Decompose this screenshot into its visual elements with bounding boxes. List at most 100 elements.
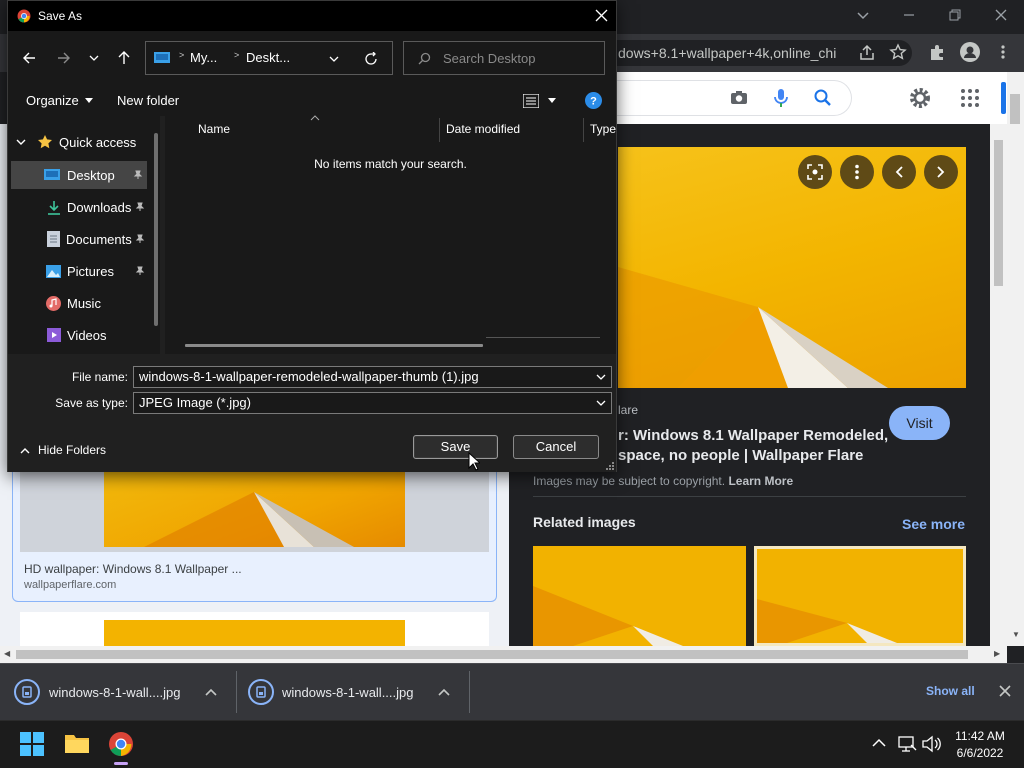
resize-grip-icon[interactable] — [605, 461, 615, 471]
column-divider[interactable] — [583, 118, 584, 142]
back-arrow-icon[interactable] — [22, 51, 36, 65]
show-all-button[interactable]: Show all — [926, 684, 975, 698]
nav-item-downloads[interactable]: Downloads — [11, 193, 145, 221]
file-name-dropdown-icon[interactable] — [596, 374, 606, 381]
clock-time[interactable]: 11:42 AM — [950, 729, 1010, 743]
nav-item-desktop[interactable]: Desktop — [11, 161, 147, 189]
column-type[interactable]: Type — [590, 122, 616, 136]
column-name[interactable]: Name — [198, 122, 230, 136]
profile-icon[interactable] — [960, 42, 980, 62]
window-close-icon[interactable] — [994, 8, 1008, 22]
share-icon[interactable] — [858, 44, 876, 62]
restore-icon[interactable] — [948, 8, 962, 22]
column-divider[interactable] — [439, 118, 440, 142]
save-type-dropdown-icon[interactable] — [596, 400, 606, 407]
see-more-link[interactable]: See more — [902, 516, 965, 532]
bookmark-star-icon[interactable] — [889, 43, 907, 61]
previous-image-button[interactable] — [882, 155, 916, 189]
hide-folders-button[interactable]: Hide Folders — [20, 443, 106, 457]
scroll-right-arrow-icon[interactable]: ▶ — [994, 649, 1000, 658]
separator — [236, 671, 237, 713]
organize-button[interactable]: Organize — [26, 93, 93, 108]
scrollbar-thumb[interactable] — [16, 650, 968, 659]
nav-item-music[interactable]: Music — [11, 289, 145, 317]
microphone-icon[interactable] — [772, 87, 790, 109]
scrollbar-thumb[interactable] — [1010, 94, 1020, 124]
panel-scrollbar[interactable] — [990, 124, 1007, 646]
nav-item-label: Music — [67, 295, 101, 311]
recent-locations-chevron-icon[interactable] — [89, 54, 99, 62]
lens-button[interactable] — [798, 155, 832, 189]
horizontal-scrollbar-thumb[interactable] — [185, 344, 483, 347]
file-name-input[interactable]: windows-8-1-wallpaper-remodeled-wallpape… — [133, 366, 612, 388]
camera-icon[interactable] — [729, 88, 749, 108]
close-shelf-icon[interactable] — [999, 685, 1011, 697]
dialog-close-icon[interactable] — [595, 9, 608, 22]
file-explorer-icon[interactable] — [64, 732, 90, 754]
breadcrumb-segment[interactable]: My... — [190, 50, 217, 65]
related-image[interactable] — [754, 546, 966, 646]
cancel-button[interactable]: Cancel — [513, 435, 599, 459]
new-folder-button[interactable]: New folder — [117, 93, 179, 108]
save-button[interactable]: Save — [413, 435, 498, 459]
clock-date[interactable]: 6/6/2022 — [950, 746, 1010, 760]
chevron-up-icon[interactable] — [204, 688, 217, 696]
download-item[interactable]: windows-8-1-wall....jpg — [14, 674, 217, 710]
visit-button[interactable]: Visit — [889, 406, 950, 440]
nav-item-documents[interactable]: Documents — [11, 225, 145, 253]
minimize-icon[interactable] — [902, 8, 916, 22]
windows-start-icon[interactable] — [20, 732, 44, 756]
preview-title-line2[interactable]: space, no people | Wallpaper Flare — [618, 446, 863, 466]
settings-gear-icon[interactable] — [908, 86, 932, 110]
view-options-icon[interactable] — [523, 94, 539, 108]
network-icon[interactable] — [897, 735, 917, 753]
chevron-down-icon[interactable] — [16, 138, 26, 146]
address-breadcrumb[interactable]: > My... > Deskt... — [145, 41, 393, 75]
nav-scrollbar-thumb[interactable] — [154, 133, 158, 326]
apps-grid-icon[interactable] — [960, 88, 980, 108]
chrome-icon[interactable] — [108, 731, 134, 757]
scrollbar-thumb[interactable] — [994, 140, 1003, 286]
more-options-button[interactable] — [840, 155, 874, 189]
preview-image[interactable] — [618, 147, 966, 388]
search-box[interactable]: Search Desktop — [403, 41, 605, 75]
save-as-type-select[interactable]: JPEG Image (*.jpg) — [133, 392, 612, 414]
pictures-icon — [46, 264, 61, 278]
address-dropdown-icon[interactable] — [329, 55, 339, 63]
show-hidden-icons-icon[interactable] — [872, 738, 886, 748]
view-dropdown-caret-icon[interactable] — [548, 98, 556, 103]
download-item[interactable]: windows-8-1-wall....jpg — [248, 674, 450, 710]
quick-access-label: Quick access — [59, 134, 137, 150]
file-list — [165, 116, 616, 354]
nav-item-videos[interactable]: Videos — [11, 321, 145, 349]
chevron-up-icon[interactable] — [437, 688, 450, 696]
chrome-logo-icon — [17, 9, 31, 23]
active-app-indicator — [114, 762, 128, 765]
column-date-modified[interactable]: Date modified — [446, 122, 520, 136]
result-title[interactable]: HD wallpaper: Windows 8.1 Wallpaper ... — [24, 562, 242, 576]
google-search-icon[interactable] — [813, 88, 833, 108]
result-card[interactable] — [20, 612, 489, 646]
scroll-down-arrow-icon[interactable]: ▼ — [1012, 630, 1020, 639]
page-scrollbar[interactable]: ▼ — [1007, 72, 1024, 646]
scroll-left-arrow-icon[interactable]: ◀ — [4, 649, 10, 658]
forward-arrow-icon[interactable] — [57, 51, 71, 65]
nav-item-pictures[interactable]: Pictures — [11, 257, 145, 285]
desktop-icon — [44, 168, 60, 182]
related-image[interactable] — [533, 546, 746, 646]
up-arrow-icon[interactable] — [117, 50, 131, 65]
next-image-button[interactable] — [924, 155, 958, 189]
horizontal-scrollbar[interactable]: ◀ ▶ — [0, 646, 1007, 663]
learn-more-link[interactable]: Learn More — [728, 474, 793, 488]
preview-title-line1[interactable]: r: Windows 8.1 Wallpaper Remodeled, — [618, 426, 888, 446]
volume-icon[interactable] — [921, 735, 941, 753]
quick-access[interactable]: Quick access — [16, 128, 150, 156]
extensions-icon[interactable] — [928, 43, 946, 61]
help-icon[interactable]: ? — [585, 92, 602, 109]
refresh-icon[interactable] — [364, 52, 378, 66]
chrome-menu-icon[interactable] — [996, 44, 1010, 60]
source-site[interactable]: lare — [618, 403, 638, 417]
tab-search-icon[interactable] — [856, 8, 870, 22]
result-thumbnail[interactable] — [20, 472, 489, 552]
breadcrumb-segment[interactable]: Deskt... — [246, 50, 290, 65]
